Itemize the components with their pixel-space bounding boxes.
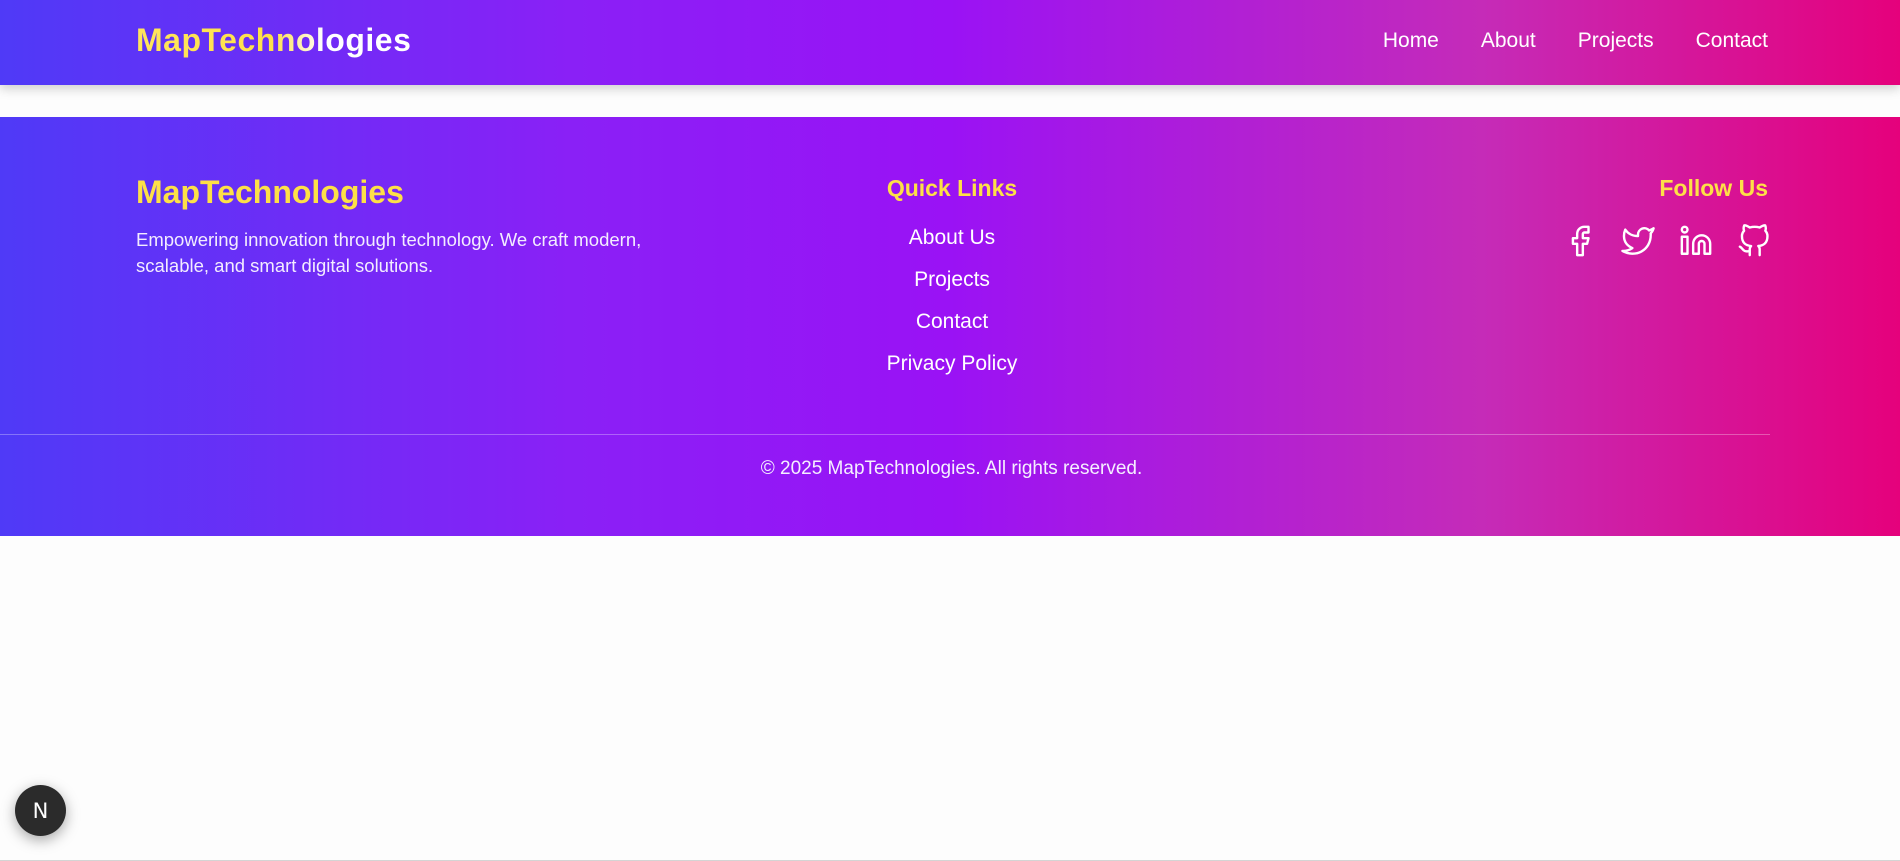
- nav-link-contact[interactable]: Contact: [1696, 29, 1768, 53]
- github-icon[interactable]: [1736, 223, 1772, 259]
- nav-link-about[interactable]: About: [1481, 29, 1536, 53]
- quick-link-contact[interactable]: Contact: [852, 310, 1052, 352]
- nextjs-logo-icon: N: [32, 798, 49, 823]
- social-links: [1562, 223, 1772, 259]
- linkedin-icon[interactable]: [1678, 223, 1714, 259]
- nav-link-home[interactable]: Home: [1383, 29, 1439, 53]
- top-navbar: MapTechnologies Home About Projects Cont…: [0, 0, 1900, 85]
- footer-brand: MapTechnologies: [136, 174, 404, 210]
- quick-link-privacy-policy[interactable]: Privacy Policy: [852, 352, 1052, 394]
- follow-us-heading: Follow Us: [1659, 175, 1768, 201]
- footer-description: Empowering innovation through technology…: [136, 229, 642, 276]
- brand-logo[interactable]: MapTechnologies: [136, 22, 411, 59]
- copyright-text: © 2025 MapTechnologies. All rights reser…: [760, 458, 1143, 479]
- quick-links-heading: Quick Links: [886, 175, 1018, 201]
- quick-links-list: About Us Projects Contact Privacy Policy: [852, 226, 1052, 394]
- quick-link-about-us[interactable]: About Us: [852, 226, 1052, 268]
- site-footer: MapTechnologies Empowering innovation th…: [0, 117, 1900, 536]
- main-nav: Home About Projects Contact: [1383, 29, 1768, 53]
- footer-divider: [0, 434, 1770, 435]
- facebook-icon[interactable]: [1562, 223, 1598, 259]
- quick-link-projects[interactable]: Projects: [852, 268, 1052, 310]
- twitter-icon[interactable]: [1620, 223, 1656, 259]
- nav-link-projects[interactable]: Projects: [1578, 29, 1654, 53]
- nextjs-dev-indicator[interactable]: N: [15, 785, 66, 836]
